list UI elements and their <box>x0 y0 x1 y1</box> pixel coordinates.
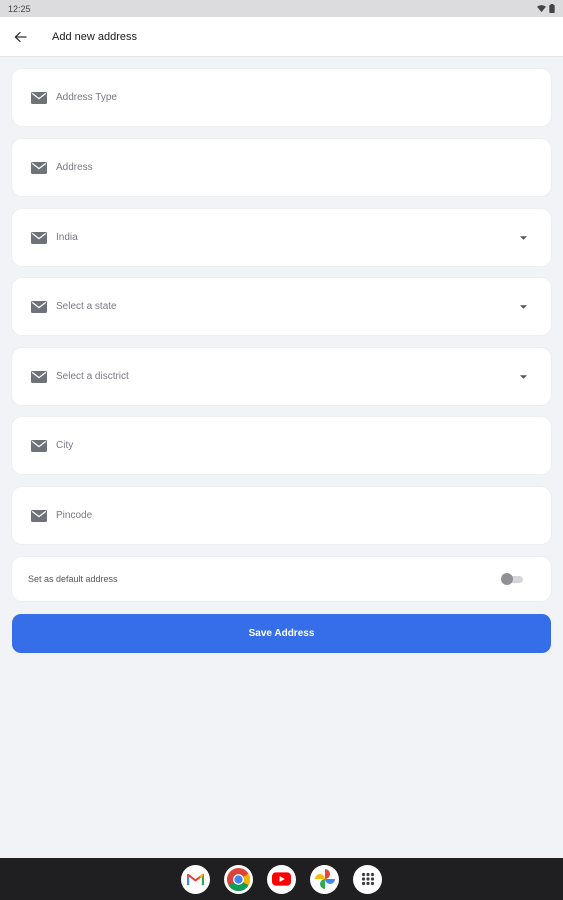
dropdown-arrow-icon[interactable] <box>513 228 533 248</box>
photos-icon[interactable] <box>310 864 339 894</box>
address-field[interactable]: Address <box>12 139 551 196</box>
district-select[interactable]: Select a disctrict <box>12 348 551 405</box>
arrow-back-icon <box>14 31 27 42</box>
back-button[interactable] <box>0 17 40 57</box>
app-drawer-icon[interactable] <box>353 864 382 894</box>
mail-icon <box>31 439 47 452</box>
gmail-icon[interactable] <box>181 864 210 894</box>
mail-icon <box>31 300 47 313</box>
youtube-icon[interactable] <box>267 864 296 894</box>
status-time: 12:25 <box>8 3 31 14</box>
app-bar: Add new address <box>0 17 563 57</box>
mail-icon <box>31 231 47 244</box>
city-field[interactable]: City <box>12 417 551 474</box>
pincode-field[interactable]: Pincode <box>12 487 551 544</box>
status-bar: 12:25 <box>0 0 563 17</box>
mail-icon <box>31 370 47 383</box>
mail-icon <box>31 91 47 104</box>
save-address-button[interactable]: Save Address <box>12 614 551 653</box>
dock <box>0 858 563 900</box>
default-address-row: Set as default address <box>12 557 551 601</box>
address-type-placeholder: Address Type <box>56 92 117 103</box>
default-address-label: Set as default address <box>28 574 118 584</box>
dropdown-arrow-icon[interactable] <box>513 367 533 387</box>
default-address-toggle[interactable] <box>501 573 523 585</box>
page-title: Add new address <box>52 30 137 43</box>
state-placeholder: Select a state <box>56 301 117 312</box>
toggle-thumb <box>501 573 513 585</box>
pincode-placeholder: Pincode <box>56 510 93 521</box>
address-type-field[interactable]: Address Type <box>12 69 551 126</box>
city-placeholder: City <box>56 440 74 451</box>
dropdown-arrow-icon[interactable] <box>513 297 533 317</box>
district-placeholder: Select a disctrict <box>56 371 129 382</box>
chrome-icon[interactable] <box>224 864 253 894</box>
address-placeholder: Address <box>56 162 93 173</box>
country-value: India <box>56 232 78 243</box>
status-icons <box>537 4 555 13</box>
battery-icon <box>549 4 555 13</box>
wifi-icon <box>537 4 546 12</box>
mail-icon <box>31 509 47 522</box>
mail-icon <box>31 161 47 174</box>
country-select[interactable]: India <box>12 209 551 266</box>
state-select[interactable]: Select a state <box>12 278 551 335</box>
